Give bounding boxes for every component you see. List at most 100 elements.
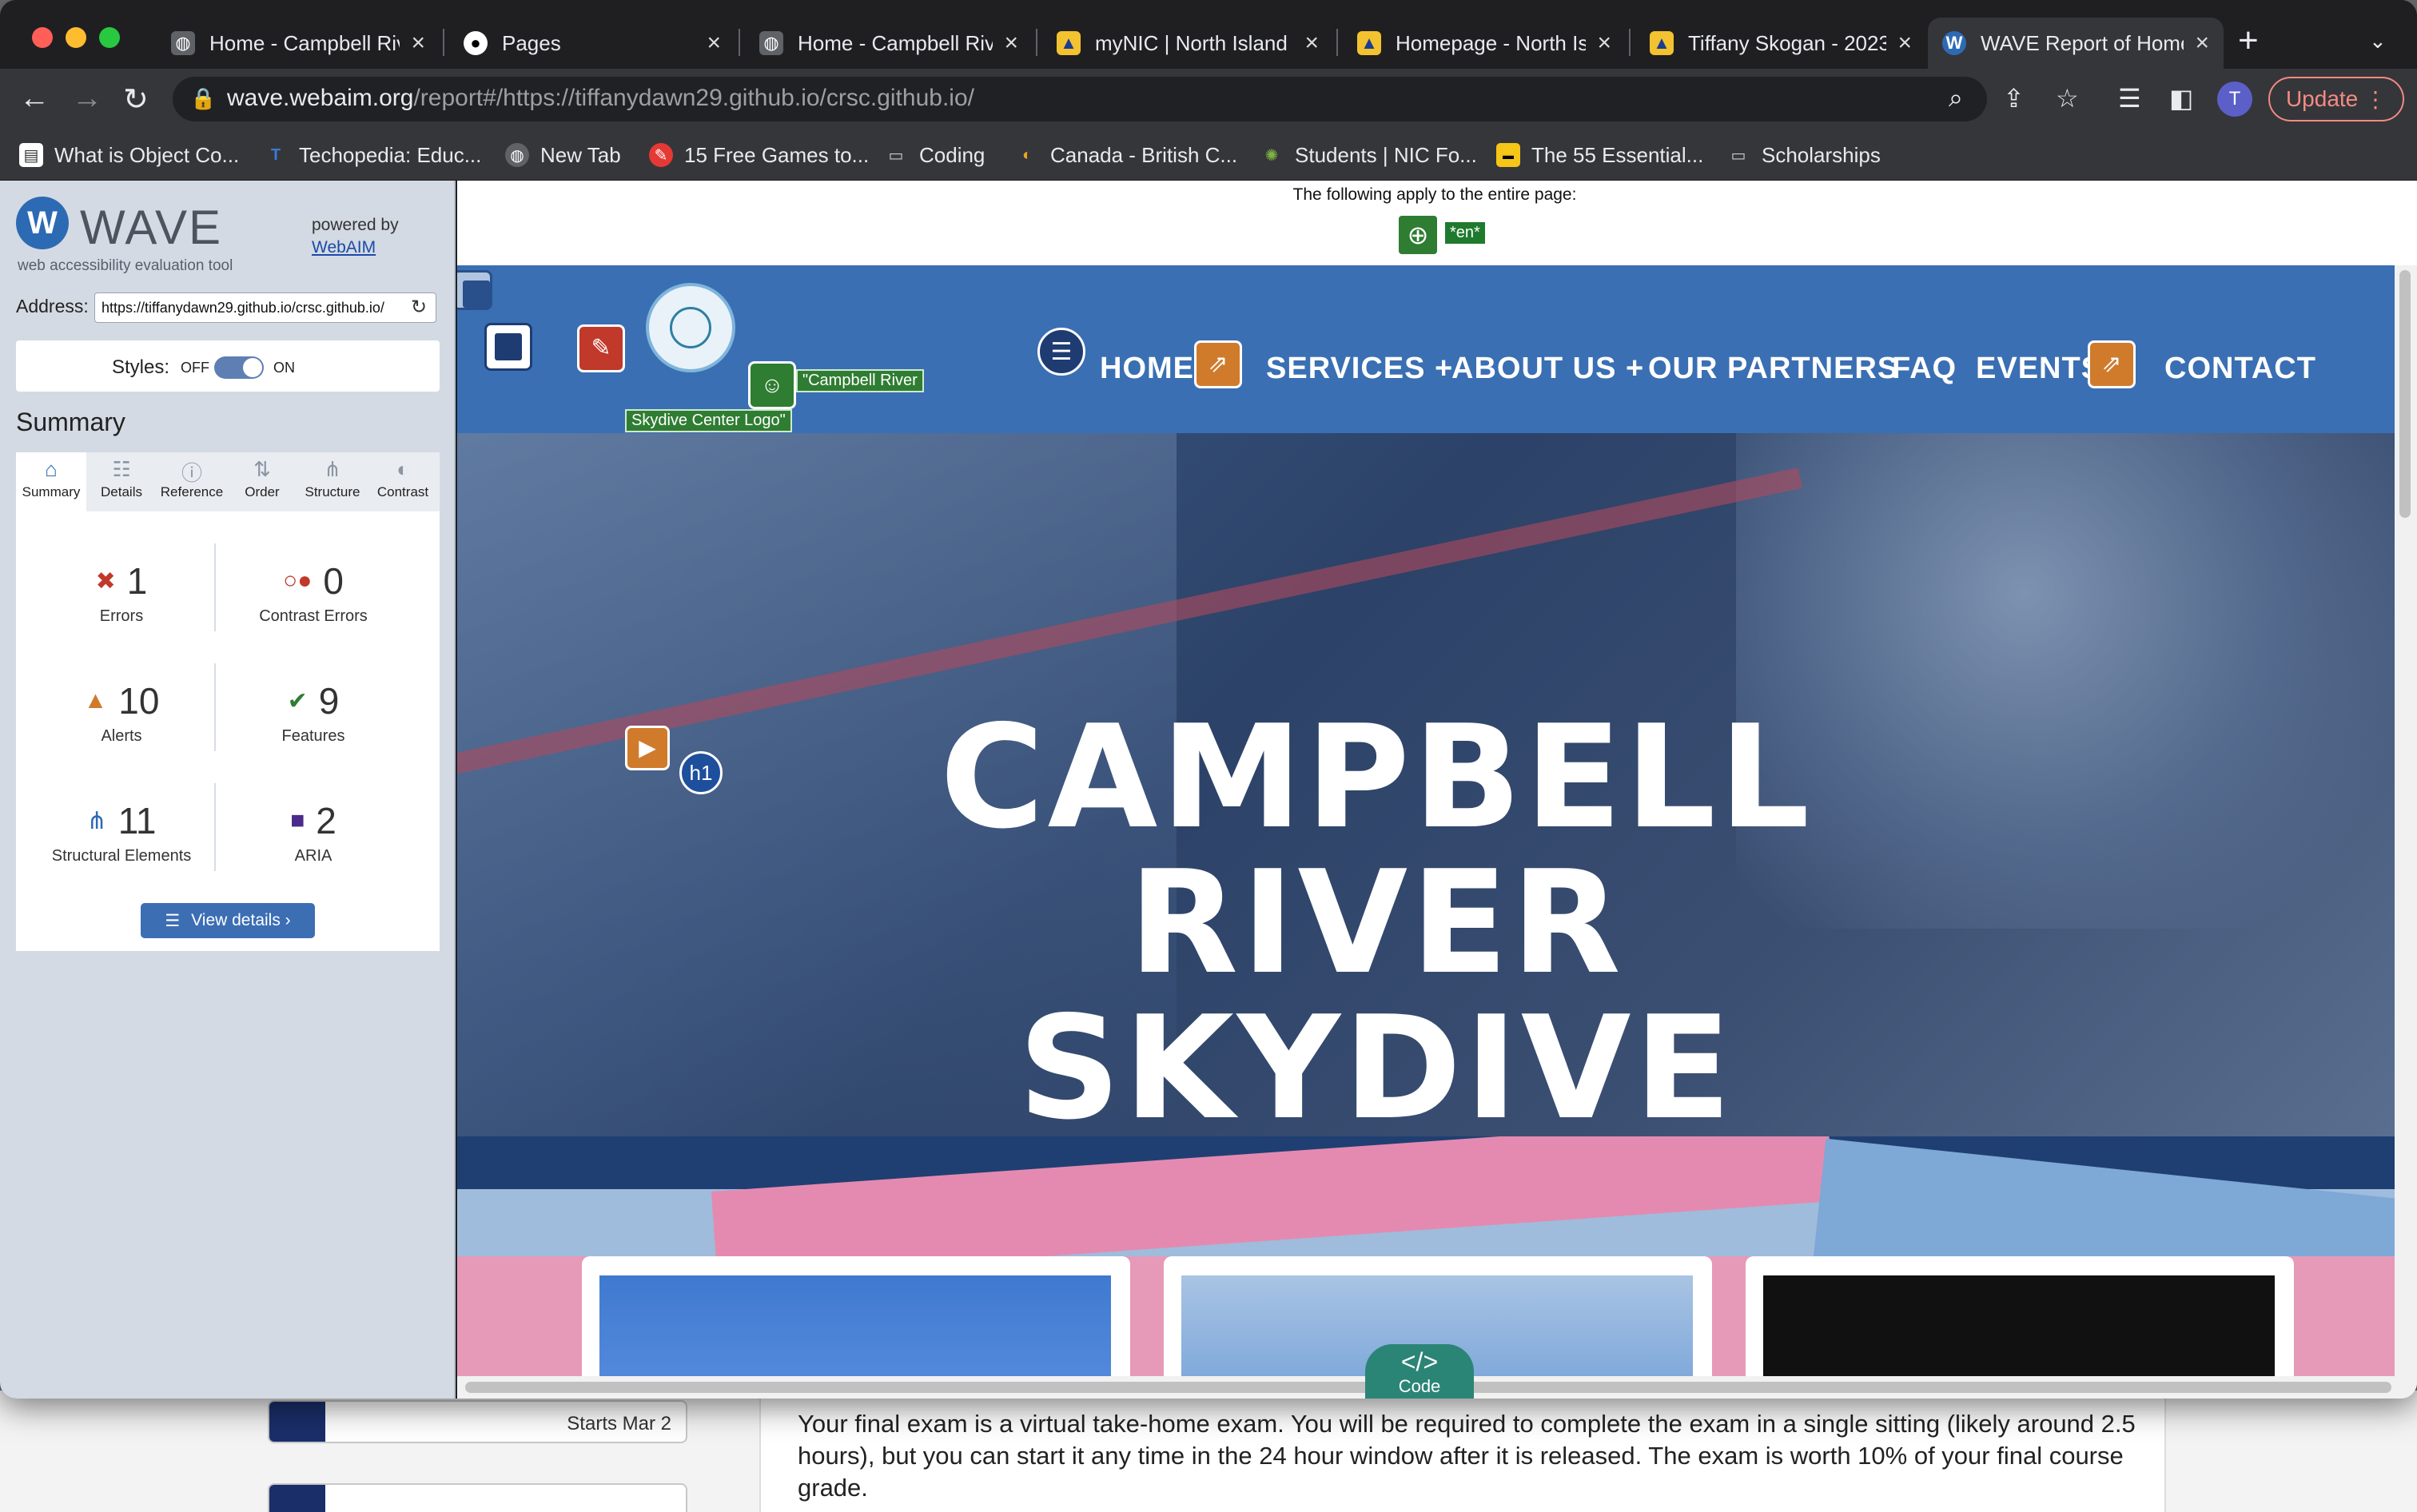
video-alert-icon[interactable]: ▶ (625, 726, 670, 770)
close-tab-icon[interactable]: × (2195, 30, 2209, 57)
tab-home-campbell-river-2[interactable]: ◍ Home - Campbell River × (745, 18, 1033, 69)
background-course-card: Starts Mar 2 (268, 1400, 687, 1443)
tab-contrast[interactable]: ◐ Contrast (368, 452, 438, 511)
reading-list-icon[interactable]: ☰ (2118, 83, 2141, 113)
home-icon: ⌂ (45, 457, 58, 481)
header-region-icon[interactable] (484, 323, 532, 371)
redundant-link-alert-icon[interactable]: ⇗ (2088, 340, 2136, 388)
alt-text-feature-icon[interactable]: ☺ (748, 361, 796, 409)
structure-icon: ⋔ (324, 457, 341, 481)
nic-icon: ▲ (1357, 31, 1381, 55)
divider (214, 663, 216, 751)
contrast-icon: ◐ (396, 457, 409, 481)
bookmark-item[interactable]: ✺ Students | NIC Fo... (1260, 137, 1477, 173)
metric-contrast-errors: ○● 0 Contrast Errors (259, 560, 368, 625)
close-tab-icon[interactable]: × (411, 30, 425, 57)
tab-tiffany-skogan[interactable]: ▲ Tiffany Skogan - 2023 × (1635, 18, 1926, 69)
bookmark-item[interactable]: ◍ New Tab (505, 137, 621, 173)
new-tab-button[interactable]: + (2238, 21, 2259, 61)
tab-pages[interactable]: ● Pages × (449, 18, 735, 69)
card-status: Starts Mar 2 (567, 1413, 671, 1434)
info-icon: ⓘ (181, 461, 202, 485)
nav-our-partners[interactable]: OUR PARTNERS (1648, 352, 1898, 386)
vertical-scrollbar[interactable] (2395, 265, 2417, 1399)
page-icon: ▤ (19, 143, 43, 167)
close-tab-icon[interactable]: × (707, 30, 721, 57)
bookmark-item[interactable]: T Techopedia: Educ... (264, 137, 482, 173)
list-icon: ☰ (165, 911, 181, 930)
bookmark-star-icon[interactable]: ☆ (2056, 83, 2079, 113)
tab-reference[interactable]: ⓘ Reference (157, 452, 227, 511)
browser-window: ◍ Home - Campbell River × ● Pages × ◍ Ho… (0, 0, 2417, 1399)
nav-events[interactable]: EVENTS (1976, 352, 2102, 386)
scroll-thumb[interactable] (2399, 270, 2411, 518)
address-label: Address: (16, 296, 89, 316)
profile-avatar[interactable]: T (2217, 82, 2252, 117)
list-structure-icon[interactable]: ☰ (1037, 328, 1085, 376)
tab-separator (1036, 29, 1037, 56)
error-tag-icon[interactable]: ✎ (577, 324, 625, 372)
tab-mynic[interactable]: ▲ myNIC | North Island × (1042, 18, 1333, 69)
share-icon[interactable]: ⇪ (2003, 83, 2025, 113)
metric-errors: ✖ 1 Errors (95, 560, 148, 625)
tab-order[interactable]: ⇅ Order (227, 452, 297, 511)
language-globe-icon[interactable]: ⊕ (1399, 216, 1437, 254)
h1-badge[interactable]: h1 (679, 751, 723, 794)
nav-about-us[interactable]: ABOUT US + (1451, 352, 1644, 386)
metric-structure: ⋔ 11 Structural Elements (51, 800, 192, 865)
side-panel-icon[interactable]: ◧ (2169, 83, 2193, 113)
close-tab-icon[interactable]: × (1004, 30, 1018, 57)
nav-faq[interactable]: FAQ (1892, 352, 1957, 386)
canada-icon: ◐ (1021, 145, 1033, 164)
nav-services[interactable]: SERVICES + (1266, 352, 1453, 386)
forward-arrow-icon[interactable]: → (72, 82, 102, 116)
back-arrow-icon[interactable]: ← (19, 82, 50, 116)
maximize-window-button[interactable] (99, 27, 120, 48)
tab-homepage-north-island[interactable]: ▲ Homepage - North Island × (1343, 18, 1626, 69)
nav-home[interactable]: HOME (1100, 352, 1194, 386)
bookmark-item[interactable]: ▭ Scholarships (1726, 137, 1881, 173)
reload-icon[interactable]: ↻ (123, 82, 149, 117)
error-icon: ✖ (95, 567, 116, 595)
logo-emblem (670, 307, 711, 348)
lock-icon[interactable]: 🔒 (190, 86, 216, 111)
webaim-link[interactable]: WebAIM (312, 237, 399, 259)
wave-logo-text: WAVE (80, 201, 223, 254)
close-tab-icon[interactable]: × (1597, 30, 1611, 57)
code-toggle-button[interactable]: </> Code (1365, 1344, 1474, 1399)
structure-region-icon[interactable] (457, 270, 492, 310)
tab-search-chevron-icon[interactable]: ⌄ (2369, 29, 2387, 54)
metric-alerts: ▲ 10 Alerts (83, 680, 160, 745)
tab-details[interactable]: ☷ Details (86, 452, 157, 511)
contrast-error-icon: ○● (283, 567, 313, 594)
exam-text: Your final exam is a virtual take-home e… (798, 1410, 2136, 1502)
nav-contact[interactable]: CONTACT (2164, 352, 2316, 386)
wave-address-input[interactable]: https://tiffanydawn29.github.io/crsc.git… (94, 292, 436, 323)
tab-structure[interactable]: ⋔ Structure (297, 452, 368, 511)
nic-icon: ▲ (1650, 31, 1674, 55)
close-tab-icon[interactable]: × (1304, 30, 1319, 57)
styles-toggle[interactable] (214, 356, 264, 379)
tab-wave-report[interactable]: W WAVE Report of Home × (1928, 18, 2224, 69)
zoom-icon[interactable]: ⌕ (1949, 83, 1963, 113)
redundant-link-alert-icon[interactable]: ⇗ (1194, 340, 1242, 388)
metric-aria: ■ 2 ARIA (290, 800, 336, 865)
bookmark-item[interactable]: ▤ What is Object Co... (19, 137, 239, 173)
view-details-button[interactable]: ☰ View details › (141, 903, 315, 938)
toggle-knob (243, 358, 262, 377)
tab-summary[interactable]: ⌂ Summary (16, 452, 86, 511)
wave-logo-icon: W (16, 197, 69, 249)
refresh-icon[interactable]: ↻ (411, 296, 427, 319)
close-window-button[interactable] (32, 27, 53, 48)
list-icon: ☷ (112, 457, 131, 481)
metric-features: ✔ 9 Features (281, 680, 345, 745)
bookmark-item[interactable]: ▬ The 55 Essential... (1496, 137, 1703, 173)
tab-home-campbell-river[interactable]: ◍ Home - Campbell River × (157, 18, 440, 69)
close-tab-icon[interactable]: × (1897, 30, 1912, 57)
address-url[interactable]: wave.webaim.org/report#/https://tiffanyd… (227, 85, 974, 112)
bookmark-item[interactable]: ▭ Coding (884, 137, 986, 173)
bookmark-item[interactable]: ◐ Canada - British C... (1015, 137, 1237, 173)
minimize-window-button[interactable] (66, 27, 86, 48)
update-button[interactable]: Update ⋮ (2268, 77, 2404, 121)
bookmark-item[interactable]: ✎ 15 Free Games to... (649, 137, 869, 173)
